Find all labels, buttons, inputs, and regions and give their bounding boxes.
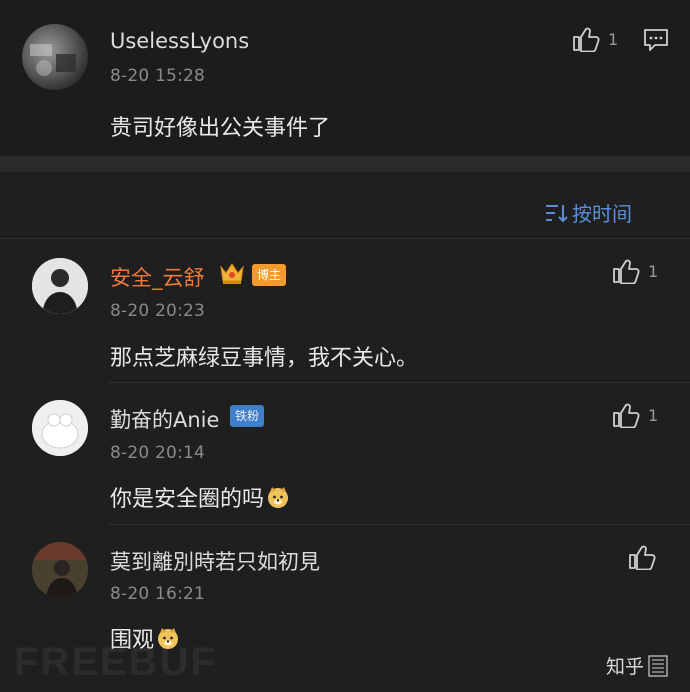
avatar-photo-icon — [32, 542, 88, 598]
like-count: 1 — [648, 261, 659, 281]
like-count: 1 — [608, 29, 619, 49]
thumbs-up-icon — [613, 403, 640, 428]
comment-text: 那点芝麻绿豆事情，我不关心。 — [110, 346, 419, 371]
like-button[interactable]: 1 — [612, 402, 658, 428]
timestamp: 8-20 16:21 — [110, 584, 205, 604]
section-separator — [0, 156, 690, 172]
username[interactable]: 莫到離別時若只如初見 — [110, 546, 320, 576]
author-badge: 博主 — [252, 264, 287, 286]
like-button[interactable]: 1 — [612, 258, 658, 284]
like-button[interactable]: 1 — [572, 26, 618, 52]
avatar[interactable] — [32, 542, 88, 598]
crown-icon — [218, 258, 246, 290]
thumbs-up-icon — [573, 27, 600, 52]
username[interactable]: UselessLyons — [110, 29, 249, 53]
timestamp: 8-20 15:28 — [110, 66, 205, 86]
avatar-person-icon — [32, 258, 88, 314]
top-comment — [0, 0, 690, 156]
sort-by-time-button[interactable]: 按时间 — [544, 198, 632, 227]
timestamp: 8-20 20:14 — [110, 443, 205, 463]
comment-text: 贵司好像出公关事件了 — [110, 116, 331, 141]
zhihu-watermark: 知乎 — [606, 652, 668, 679]
thumbs-up-icon — [613, 259, 640, 284]
zhihu-watermark-text: 知乎 — [606, 656, 645, 678]
comment-text: 你是安全圈的吗 — [110, 481, 290, 515]
thumbs-up-icon — [629, 545, 656, 570]
avatar-character-icon — [32, 400, 88, 456]
doge-emoji-icon — [266, 485, 290, 515]
reply-button[interactable] — [643, 28, 669, 56]
freebuf-watermark: FREEBUF — [14, 640, 217, 684]
avatar[interactable] — [22, 24, 88, 90]
comment-icon — [644, 29, 668, 51]
sort-label: 按时间 — [572, 202, 632, 226]
divider — [0, 238, 690, 239]
avatar-photo-icon — [30, 44, 76, 76]
avatar[interactable] — [32, 400, 88, 456]
comment-text-body: 你是安全圈的吗 — [110, 487, 265, 512]
timestamp: 8-20 20:23 — [110, 301, 205, 321]
watermark-pattern-icon — [648, 654, 668, 677]
username[interactable]: 安全_云舒 — [110, 262, 205, 292]
like-count: 1 — [648, 405, 659, 425]
sort-icon — [546, 204, 568, 222]
avatar[interactable] — [32, 258, 88, 314]
username[interactable]: 勤奋的Anie — [110, 404, 219, 434]
like-button[interactable] — [628, 544, 664, 570]
divider — [108, 382, 690, 383]
divider — [108, 524, 690, 525]
fan-badge: 铁粉 — [230, 405, 265, 427]
